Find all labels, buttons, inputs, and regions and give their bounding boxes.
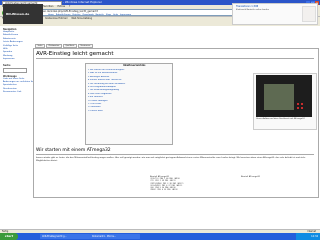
header-link[interactable]: Bauteile [96, 14, 104, 24]
section-heading: Wir starten mit einem ATmega32 [36, 148, 111, 153]
search-input[interactable] [3, 67, 27, 73]
header-link[interactable]: Robotik-Forum [56, 14, 71, 24]
header-link[interactable]: Links [113, 14, 118, 24]
ad-title[interactable]: Transistoren 1,50€ [236, 5, 258, 8]
clock: 12:34 [296, 233, 320, 240]
breadboard-image [264, 84, 294, 110]
ad-image[interactable] [302, 6, 316, 22]
section-paragraph: Immer wieder gibt es Leute, die den Mikr… [36, 157, 306, 162]
page-title: AVR-Einstieg leicht gemacht [36, 51, 114, 57]
sidebar: Navigation Hauptseite Robotik-Forum Robo… [3, 26, 37, 198]
header-link[interactable]: Home [48, 14, 54, 24]
sidebar-tool-item[interactable]: Permanenter Link [3, 91, 31, 94]
toc-title: Inhaltsverzeichnis [123, 64, 146, 67]
chip-label-right: Bauteil ATmega32 [241, 176, 260, 178]
logo-text: RN-Wissen.de [6, 12, 30, 16]
sidebar-search-heading: Suche [3, 63, 11, 67]
taskbar-item[interactable]: Dokument1 - Micros... [90, 234, 140, 239]
start-button[interactable]: start [0, 233, 18, 240]
chip-pinout: Bauteil ATmega32 Bauteil ATmega32 (XCK/T… [150, 176, 260, 198]
header-link[interactable]: Downloads [83, 14, 94, 24]
toc-item[interactable]: 13 Siehe auch [88, 110, 170, 113]
sidebar-item[interactable]: Impressum [3, 58, 31, 61]
ad-text: Elektronik Bauteile online kaufen [236, 9, 270, 11]
taskbar-item[interactable]: AVR-Einstieg leicht g... [40, 234, 90, 239]
header-links: Home Robotik-Forum Projekte Downloads Ba… [48, 14, 218, 24]
toc-list: 1 Wir starten mit einem ATmega32 2 Was i… [88, 69, 170, 113]
pin-row: (MOSI) PB5 6 35 PA5 (ADC5) [150, 189, 179, 192]
header-link[interactable]: Shop [106, 14, 111, 24]
header-link[interactable]: Projekte [72, 14, 80, 24]
header-link[interactable]: Impressum [120, 14, 131, 24]
image-caption: Unser Aufbau auf dem Steckbrett mit ATme… [256, 118, 305, 120]
